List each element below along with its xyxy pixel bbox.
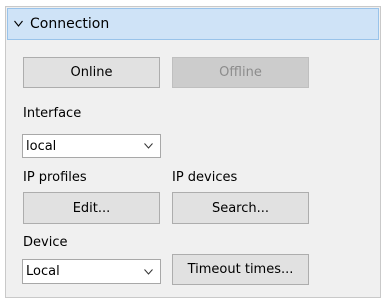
ip-devices-label: IP devices [172,170,238,185]
search-ip-devices-button[interactable]: Search... [172,192,309,224]
device-select[interactable]: Local [22,259,161,284]
device-select-value: Local [26,264,60,279]
chevron-down-icon [144,143,153,149]
chevron-down-icon [144,268,153,275]
connection-header[interactable]: Connection [7,8,379,40]
connection-panel: Connection Online Offline Interface loca… [5,6,381,298]
interface-select[interactable]: local [22,134,161,158]
interface-select-value: local [26,138,57,154]
connection-title: Connection [30,16,110,32]
chevron-down-icon [14,20,23,27]
interface-label: Interface [23,106,82,121]
offline-button[interactable]: Offline [172,57,309,88]
online-button[interactable]: Online [23,57,160,88]
ip-profiles-label: IP profiles [23,170,87,185]
timeout-times-button[interactable]: Timeout times... [172,254,309,285]
device-label: Device [23,235,68,250]
edit-ip-profiles-button[interactable]: Edit... [23,192,160,224]
